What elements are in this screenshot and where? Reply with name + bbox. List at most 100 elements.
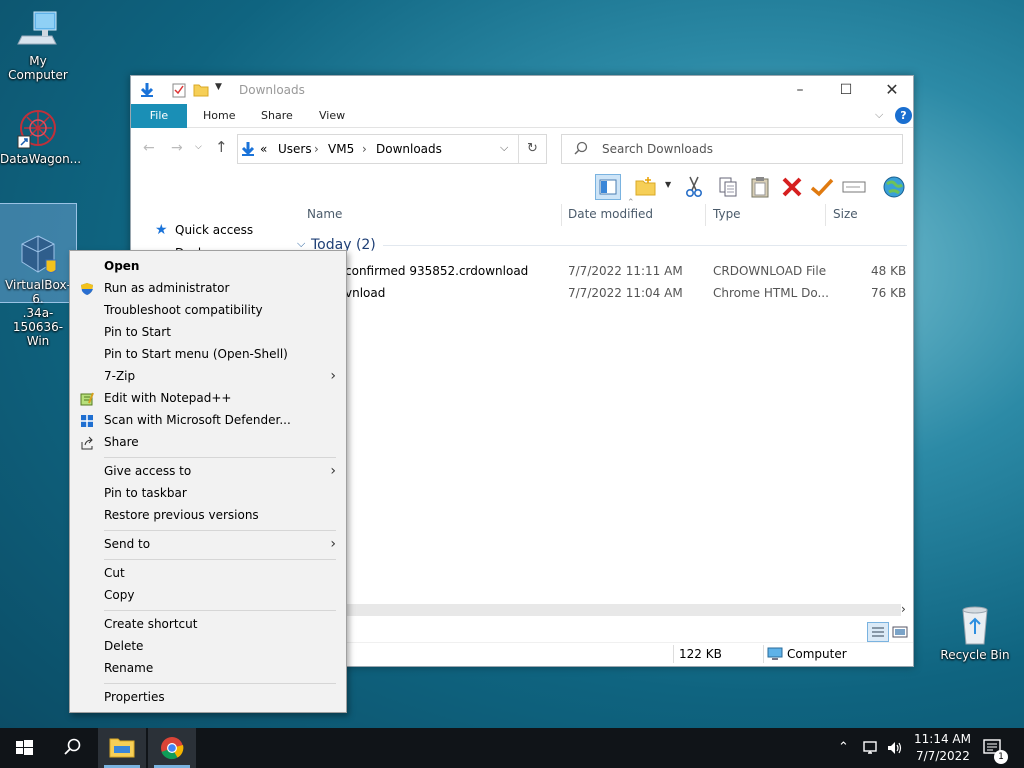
new-folder-icon[interactable] [633,174,659,200]
virtualbox-icon [16,218,60,273]
properties-qat-icon[interactable] [171,82,187,101]
volume-icon[interactable] [886,739,904,768]
rename-icon[interactable] [841,174,867,200]
address-bar[interactable]: « Users › VM5 › Downloads ⌵ ↻ [237,134,547,164]
datawagon-icon [16,106,60,150]
status-divider [673,645,674,663]
search-box[interactable]: Search Downloads [561,134,903,164]
breadcrumb-separator: › [362,142,367,156]
title-bar[interactable]: ▼ Downloads – ☐ ✕ [131,76,913,104]
menu-item-run-as-admin[interactable]: Run as administrator [70,277,346,299]
tab-file[interactable]: File [131,104,187,128]
show-hidden-icons[interactable]: ⌃ [838,740,849,768]
network-icon[interactable] [862,739,880,768]
tab-share[interactable]: Share [249,104,305,128]
copy-icon[interactable] [715,174,741,200]
context-menu: Open Run as administrator Troubleshoot c… [69,250,347,713]
address-dropdown-icon[interactable]: ⌵ [500,141,508,155]
desktop-icon-label: My Computer [8,54,68,82]
file-type: Chrome HTML Do... [713,286,829,300]
menu-item-troubleshoot[interactable]: Troubleshoot compatibility [70,299,346,321]
menu-item-send-to[interactable]: Send to › [70,533,346,555]
search-input[interactable]: Search Downloads [602,142,713,156]
submenu-arrow-icon: › [330,368,336,384]
tab-home[interactable]: Home [191,104,247,128]
menu-item-delete[interactable]: Delete [70,635,346,657]
delete-icon[interactable] [779,174,805,200]
column-date-modified[interactable]: Date modified [568,207,653,229]
menu-item-pin-open-shell[interactable]: Pin to Start menu (Open-Shell) [70,343,346,365]
qat-dropdown-icon[interactable]: ▼ [215,82,222,92]
refresh-icon[interactable]: ↻ [518,135,546,163]
notepadpp-icon [80,391,94,406]
breadcrumb-vm5[interactable]: VM5 [328,142,354,156]
minimize-icon[interactable]: – [777,76,823,104]
properties-check-icon[interactable] [809,174,835,200]
file-explorer-taskbar-icon[interactable] [98,728,146,768]
menu-item-cut[interactable]: Cut [70,562,346,584]
clock-date[interactable]: 7/7/2022 [916,749,970,768]
new-folder-dropdown-icon[interactable]: ▼ [665,180,671,189]
table-row[interactable]: vnload 7/7/2022 11:04 AM Chrome HTML Do.… [291,286,906,306]
column-name[interactable]: Name [307,207,342,229]
menu-item-create-shortcut[interactable]: Create shortcut [70,613,346,635]
menu-item-rename[interactable]: Rename [70,657,346,679]
desktop-icon-recycle-bin[interactable]: Recycle Bin [937,602,1013,662]
column-size[interactable]: Size [833,207,858,229]
menu-item-label: Open [104,259,140,273]
menu-item-share[interactable]: Share [70,431,346,453]
defender-icon [80,413,94,427]
menu-item-notepadpp[interactable]: Edit with Notepad++ [70,387,346,409]
menu-item-properties[interactable]: Properties [70,686,346,708]
maximize-icon[interactable]: ☐ [823,76,869,104]
recycle-bin-icon [953,602,997,646]
menu-item-7zip[interactable]: 7-Zip › [70,365,346,387]
breadcrumb-overflow[interactable]: « [260,142,267,156]
menu-item-copy[interactable]: Copy [70,584,346,606]
back-icon[interactable]: ← [143,140,155,156]
menu-item-pin-to-start[interactable]: Pin to Start [70,321,346,343]
start-button[interactable] [0,728,48,768]
menu-item-defender[interactable]: Scan with Microsoft Defender... [70,409,346,431]
forward-icon[interactable]: → [171,140,183,156]
status-size: 122 KB [679,647,722,661]
desktop-icon-datawagon[interactable]: DataWagon... [0,106,81,166]
desktop-icon-virtualbox[interactable]: VirtualBox-6. .34a-150636- Win [0,203,77,348]
help-icon[interactable]: ? [895,107,912,124]
group-collapse-icon[interactable]: ⌵ [297,237,305,251]
column-type[interactable]: Type [713,207,741,229]
breadcrumb-downloads[interactable]: Downloads [376,142,442,156]
menu-item-give-access[interactable]: Give access to › [70,460,346,482]
table-row[interactable]: confirmed 935852.crdownload 7/7/2022 11:… [291,264,906,284]
column-separator[interactable] [825,204,826,226]
menu-item-pin-taskbar[interactable]: Pin to taskbar [70,482,346,504]
column-separator[interactable] [561,204,562,226]
desktop-icon-my-computer[interactable]: My Computer [0,8,76,82]
up-icon[interactable]: ↑ [215,138,228,156]
close-icon[interactable]: ✕ [869,76,915,104]
cut-icon[interactable] [681,174,707,200]
new-folder-qat-icon[interactable] [193,82,209,101]
menu-item-open[interactable]: Open [70,255,346,277]
scroll-right-icon[interactable]: › [901,602,906,616]
large-icons-view-icon[interactable] [891,624,909,643]
preview-pane-icon[interactable] [595,174,621,200]
taskbar: ⌃ 11:14 AM 7/7/2022 1 [0,728,1024,768]
paste-icon[interactable] [747,174,773,200]
horizontal-scrollbar[interactable] [331,604,901,616]
chrome-taskbar-icon[interactable] [148,728,196,768]
menu-item-label: Cut [104,566,125,580]
menu-item-label: Create shortcut [104,617,198,631]
column-separator[interactable] [705,204,706,226]
details-view-icon[interactable] [867,622,889,642]
menu-item-restore-versions[interactable]: Restore previous versions [70,504,346,526]
menu-item-label: Pin to Start [104,325,171,339]
globe-icon[interactable] [881,174,907,200]
downloads-location-icon [240,141,256,160]
nav-quick-access[interactable]: Quick access [175,223,253,237]
breadcrumb-users[interactable]: Users [278,142,312,156]
tab-view[interactable]: View [307,104,357,128]
ribbon-expand-icon[interactable]: ⌵ [875,108,883,122]
recent-locations-icon[interactable]: ⌵ [195,142,202,152]
search-taskbar-icon[interactable] [48,728,96,768]
